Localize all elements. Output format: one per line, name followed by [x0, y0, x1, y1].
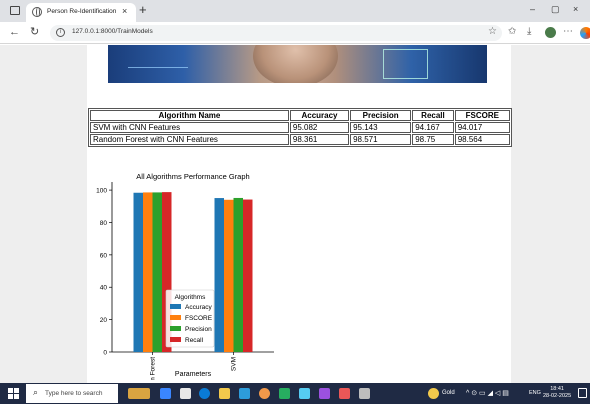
weather-icon: [428, 388, 439, 399]
browser-tab[interactable]: Person Re-Identification ×: [26, 3, 136, 22]
banner-light-line: [128, 67, 188, 68]
close-window-button[interactable]: ×: [573, 4, 578, 14]
bar-accuracy: [214, 198, 224, 352]
cell-algorithm: SVM with CNN Features: [90, 122, 289, 133]
teams-icon[interactable]: [160, 388, 171, 399]
table-row: Random Forest with CNN Features 98.361 9…: [90, 134, 510, 145]
clock-date: 28-02-2025: [543, 393, 572, 399]
clock-time: 18:41: [550, 386, 564, 392]
back-icon[interactable]: ←: [9, 26, 20, 38]
header-recall: Recall: [412, 110, 454, 121]
language-indicator[interactable]: ENG: [529, 390, 541, 396]
header-fscore: FSCORE: [454, 110, 510, 121]
x-tick-label: Random Forest: [150, 357, 157, 380]
chrome-icon[interactable]: [259, 388, 270, 399]
python-icon[interactable]: [339, 388, 350, 399]
minimize-button[interactable]: –: [530, 4, 535, 14]
legend-swatch: [170, 315, 181, 320]
y-tick-label: 60: [100, 252, 108, 259]
legend-label: Precision: [185, 326, 212, 333]
banner-scan-frame: [383, 49, 428, 79]
windows-taskbar: ⌕ Type here to search Gold ^ ⊙ ▭ ◢ ◁ ▤ E…: [0, 383, 590, 404]
favorites-icon[interactable]: ✩: [508, 26, 516, 38]
cell-fscore: 98.564: [454, 134, 510, 145]
maximize-button[interactable]: ▢: [551, 4, 560, 15]
star-icon[interactable]: ☆: [488, 26, 497, 37]
x-axis-label: Parameters: [175, 371, 212, 378]
refresh-icon[interactable]: ↻: [30, 26, 39, 38]
y-tick-label: 0: [103, 350, 107, 357]
tab-actions-icon[interactable]: [10, 6, 20, 15]
edge-taskbar-icon[interactable]: [199, 388, 210, 399]
downloads-icon[interactable]: ⤓: [527, 26, 531, 38]
cell-recall: 98.75: [412, 134, 454, 145]
header-precision: Precision: [350, 110, 412, 121]
bar-fscore: [143, 192, 153, 352]
url-text[interactable]: 127.0.0.1:8000/TrainModels: [72, 28, 153, 35]
bar-precision: [152, 192, 162, 352]
store-icon[interactable]: [239, 388, 250, 399]
x-tick-label: SVM: [231, 357, 238, 371]
legend-label: Recall: [185, 337, 204, 344]
tab-title: Person Re-Identification: [47, 8, 117, 15]
bar-precision: [233, 197, 243, 352]
mail-icon[interactable]: [299, 388, 310, 399]
legend-swatch: [170, 337, 181, 342]
tray-icons[interactable]: ^ ⊙ ▭ ◢ ◁ ▤: [466, 389, 509, 397]
taskbar-search-input[interactable]: ⌕ Type here to search: [26, 384, 118, 403]
table-row: SVM with CNN Features 95.082 95.143 94.1…: [90, 122, 510, 133]
app-icon[interactable]: [279, 388, 290, 399]
cell-precision: 98.571: [350, 134, 412, 145]
search-icon: ⌕: [33, 387, 39, 397]
header-accuracy: Accuracy: [289, 110, 350, 121]
cell-algorithm: Random Forest with CNN Features: [90, 134, 289, 145]
edge-copilot-icon[interactable]: [580, 27, 590, 39]
results-table: Algorithm Name Accuracy Precision Recall…: [88, 108, 512, 147]
performance-chart-svg: All Algorithms Performance Graph 0 20 40 60 8…: [96, 172, 274, 383]
y-tick-label: 40: [100, 285, 108, 292]
bar-accuracy: [133, 192, 143, 352]
browser-toolbar: ← ↻ i 127.0.0.1:8000/TrainModels ☆ ✩ ⤓ ⋯: [0, 22, 590, 44]
legend-swatch: [170, 326, 181, 331]
legend-title: Algorithms: [175, 294, 206, 301]
cell-accuracy: 98.361: [289, 134, 350, 145]
page-viewport: Algorithm Name Accuracy Precision Recall…: [0, 45, 590, 383]
bar-fscore: [224, 199, 234, 352]
banner-face: [253, 45, 338, 83]
cell-precision: 95.143: [350, 122, 412, 133]
weather-text[interactable]: Gold: [442, 390, 455, 396]
header-algorithm-name: Algorithm Name: [90, 110, 289, 121]
cell-accuracy: 95.082: [289, 122, 350, 133]
word-icon[interactable]: [319, 388, 330, 399]
terminal-icon[interactable]: [359, 388, 370, 399]
cell-fscore: 94.017: [454, 122, 510, 133]
legend-label: Accuracy: [185, 304, 212, 311]
performance-chart: All Algorithms Performance Graph 0 20 40 60 8…: [88, 170, 288, 383]
chart-title: All Algorithms Performance Graph: [136, 172, 249, 181]
address-bar[interactable]: i 127.0.0.1:8000/TrainModels ☆: [50, 25, 502, 41]
legend-label: FSCORE: [185, 315, 213, 322]
globe-icon: [32, 7, 42, 17]
news-widget-icon[interactable]: [128, 388, 150, 399]
windows-start-icon[interactable]: [8, 388, 19, 399]
info-icon[interactable]: i: [56, 28, 65, 37]
bar-recall: [243, 199, 253, 352]
more-icon[interactable]: ⋯: [563, 26, 573, 38]
search-placeholder: Type here to search: [45, 390, 103, 397]
new-tab-button[interactable]: +: [139, 3, 147, 17]
header-banner-image: [108, 45, 487, 83]
y-tick-label: 20: [100, 317, 108, 324]
tab-close-button[interactable]: ×: [122, 6, 127, 16]
legend-swatch: [170, 304, 181, 309]
cell-recall: 94.167: [412, 122, 454, 133]
y-tick-label: 80: [100, 220, 108, 227]
notification-icon[interactable]: [578, 388, 587, 398]
browser-tab-strip: Person Re-Identification × + – ▢ ×: [0, 0, 590, 22]
taskbar-clock[interactable]: 18:41 28-02-2025: [543, 386, 571, 400]
y-tick-label: 100: [96, 188, 107, 195]
task-view-icon[interactable]: [180, 388, 191, 399]
file-explorer-icon[interactable]: [219, 388, 230, 399]
table-header-row: Algorithm Name Accuracy Precision Recall…: [90, 110, 510, 121]
profile-icon[interactable]: [545, 27, 556, 38]
